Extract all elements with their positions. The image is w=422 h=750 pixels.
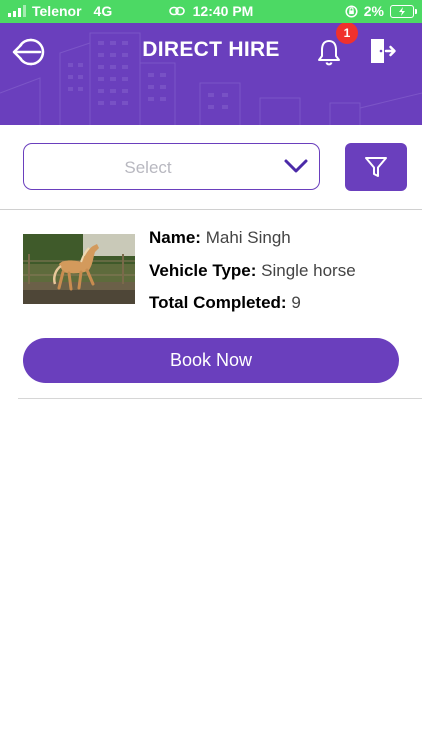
notifications-button[interactable] [316,38,342,71]
vehicle-type-label: Vehicle Type: [149,261,257,280]
card-divider [18,398,422,399]
book-now-button[interactable]: Book Now [23,338,399,383]
status-time: 12:40 PM [192,3,254,19]
bell-icon [318,40,340,66]
battery-icon [390,4,417,18]
link-icon [168,6,185,16]
app-header: DIRECT HIRE 1 [0,23,422,125]
battery-percent: 2% [363,3,384,19]
page-title: DIRECT HIRE [142,38,280,61]
horse-photo [23,234,135,304]
name-label: Name: [149,228,201,247]
status-right: 2% [345,3,417,19]
filter-button[interactable] [345,143,407,191]
chevron-down-icon [284,159,308,173]
total-completed-label: Total Completed: [149,293,287,312]
logout-button[interactable] [369,38,397,69]
section-divider [0,209,422,210]
name-value: Mahi Singh [205,228,291,247]
filter-icon [365,157,387,177]
orientation-lock-icon [345,4,358,18]
notification-badge: 1 [336,23,358,44]
vehicle-type-row: Vehicle Type: Single horse [149,261,356,281]
total-completed-value: 9 [291,293,301,312]
total-completed-row: Total Completed: 9 [149,293,301,313]
logout-icon [371,39,396,63]
status-bar: Telenor 4G 12:40 PM 2% [0,0,422,23]
select-placeholder: Select [124,158,172,177]
driver-name-row: Name: Mahi Singh [149,228,291,248]
category-select[interactable]: Select [23,143,320,190]
vehicle-type-value: Single horse [261,261,356,280]
